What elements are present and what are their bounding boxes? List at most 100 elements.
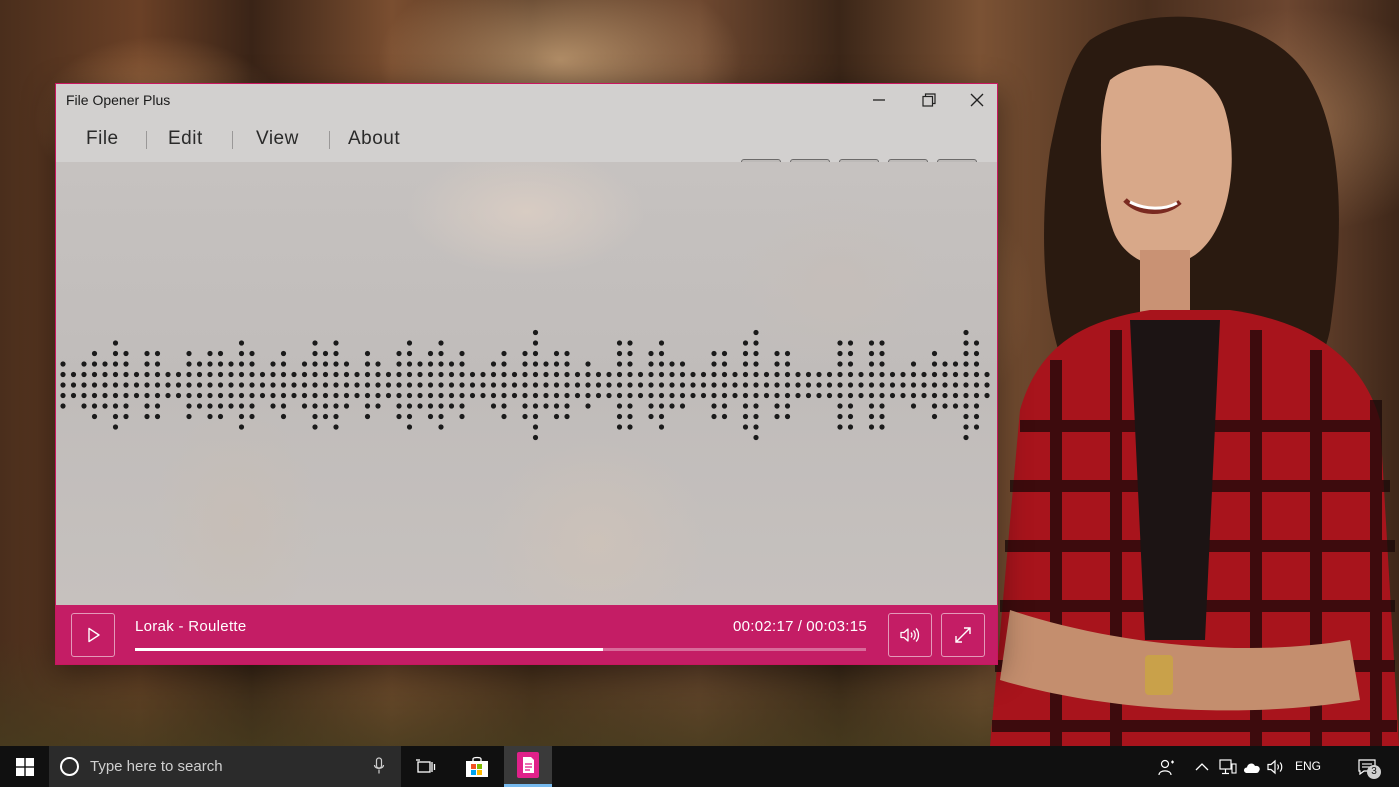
waveform-dot <box>795 392 801 399</box>
waveform-dot <box>648 371 654 378</box>
waveform-dot <box>606 392 612 399</box>
taskbar-search-box[interactable]: Type here to search <box>49 746 401 787</box>
volume-button[interactable] <box>888 613 932 657</box>
waveform-dot <box>91 350 98 357</box>
waveform-dot <box>837 371 843 378</box>
menu-edit[interactable]: Edit <box>168 128 203 150</box>
waveform-dot <box>753 413 759 420</box>
waveform-dot <box>354 392 360 399</box>
waveform-dot <box>742 392 749 399</box>
onedrive-button[interactable] <box>1240 746 1264 787</box>
waveform-dot <box>490 392 497 399</box>
waveform-dot <box>175 382 182 388</box>
waveform-dot <box>406 424 413 430</box>
waveform-dot <box>637 382 644 388</box>
waveform-dot <box>921 371 927 378</box>
input-language-indicator[interactable]: ENG <box>1295 759 1321 773</box>
waveform-dot <box>406 361 413 367</box>
microphone-icon[interactable] <box>373 757 385 775</box>
waveform-dot <box>186 371 192 378</box>
waveform-dot <box>144 361 150 367</box>
waveform-dot <box>291 382 297 388</box>
waveform-dot <box>732 382 738 388</box>
waveform-dot <box>616 350 623 357</box>
waveform-dot <box>858 382 864 388</box>
waveform-dot <box>753 403 759 409</box>
waveform-dot <box>144 371 150 378</box>
minimize-button[interactable] <box>856 84 902 116</box>
waveform-dot <box>952 361 959 367</box>
waveform-dot <box>816 392 822 399</box>
waveform-dot <box>837 350 843 357</box>
waveform-dot <box>459 403 465 409</box>
waveform-dot <box>963 424 969 430</box>
menu-divider <box>232 131 233 149</box>
waveform-dot <box>742 371 749 378</box>
start-button[interactable] <box>0 746 49 787</box>
waveform-dot <box>805 392 812 399</box>
waveform-dot <box>553 382 560 388</box>
waveform-dot <box>490 382 497 388</box>
volume-tray-button[interactable] <box>1264 746 1288 787</box>
waveform-dot <box>427 382 434 388</box>
waveform-dot <box>963 413 969 420</box>
waveform-dot <box>900 371 906 378</box>
waveform-dot <box>532 371 539 378</box>
waveform-dot <box>679 392 686 399</box>
waveform-dot <box>438 371 444 378</box>
waveform-dot <box>900 392 906 399</box>
task-view-button[interactable] <box>402 746 450 787</box>
waveform-dot <box>532 340 539 346</box>
waveform-dot <box>868 403 875 409</box>
close-button[interactable] <box>954 84 997 116</box>
waveform-dot <box>501 403 507 409</box>
restore-button[interactable] <box>906 84 952 116</box>
waveform-dot <box>207 413 213 420</box>
waveform-dot <box>459 413 465 420</box>
waveform-dot <box>658 361 665 367</box>
waveform-dot <box>837 413 843 420</box>
waveform-dot <box>711 361 717 367</box>
waveform-dot <box>973 350 980 357</box>
waveform-dot <box>627 340 633 346</box>
seek-bar[interactable] <box>135 648 866 651</box>
expand-icon <box>955 627 971 643</box>
waveform-dot <box>186 413 192 420</box>
waveform-dot <box>333 371 339 378</box>
waveform-dot <box>931 392 938 399</box>
waveform-dot <box>427 413 434 420</box>
waveform-dot <box>217 371 224 378</box>
waveform-dot <box>742 424 749 430</box>
fullscreen-button[interactable] <box>941 613 985 657</box>
network-button[interactable] <box>1216 746 1240 787</box>
waveform-dot <box>669 382 675 388</box>
menu-file[interactable]: File <box>86 128 119 150</box>
store-button[interactable] <box>453 746 501 787</box>
waveform-dot <box>690 392 696 399</box>
waveform-dot <box>511 371 518 378</box>
waveform-dot <box>249 392 255 399</box>
people-button[interactable] <box>1152 746 1180 787</box>
file-opener-taskbar-button[interactable] <box>504 746 552 787</box>
waveform-dot <box>217 392 224 399</box>
waveform-dot <box>322 371 329 378</box>
waveform-dot <box>910 382 917 388</box>
waveform-dot <box>742 340 749 346</box>
title-bar[interactable]: File Opener Plus <box>56 84 997 118</box>
waveform-dot <box>963 392 969 399</box>
menu-about[interactable]: About <box>348 128 400 150</box>
waveform-dot <box>522 382 528 388</box>
waveform-dot <box>616 371 623 378</box>
waveform-dot <box>564 382 570 388</box>
menu-view[interactable]: View <box>256 128 299 150</box>
waveform-dot <box>291 371 297 378</box>
waveform-dot <box>532 350 539 357</box>
waveform-dot <box>375 361 381 367</box>
waveform-dot <box>511 382 518 388</box>
waveform-dot <box>217 382 224 388</box>
show-hidden-icons-button[interactable] <box>1190 746 1214 787</box>
waveform-dot <box>585 403 591 409</box>
waveform-dot <box>564 403 570 409</box>
play-button[interactable] <box>71 613 115 657</box>
waveform-dot <box>616 340 623 346</box>
